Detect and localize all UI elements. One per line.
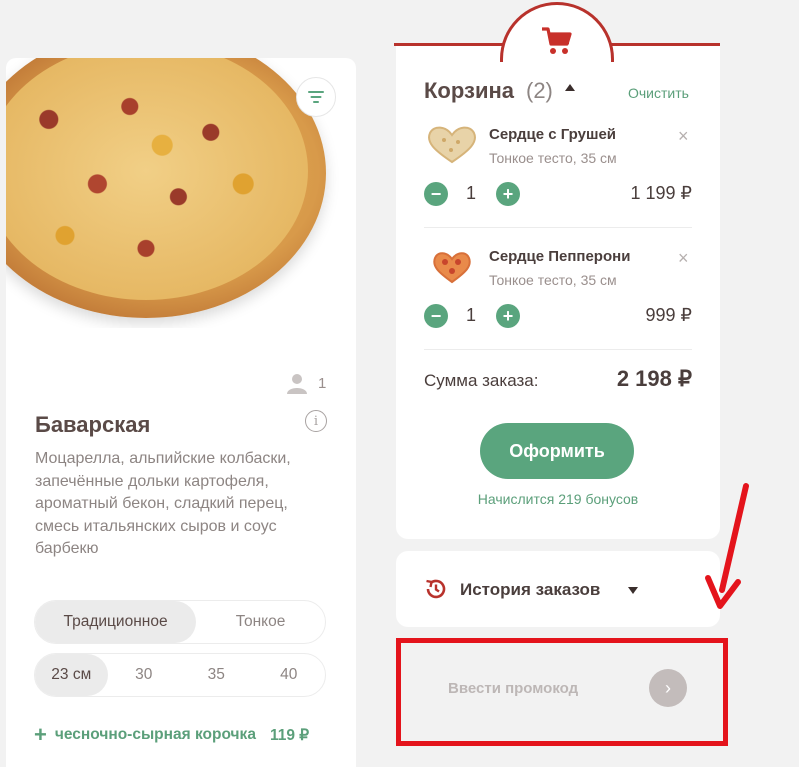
size-option-23[interactable]: 23 см: [35, 654, 108, 696]
quantity-stepper: − 1 + 999 ₽: [424, 304, 692, 330]
dough-option-traditional[interactable]: Традиционное: [35, 601, 197, 643]
dough-selector: Традиционное Тонкое: [34, 600, 326, 644]
bonus-text: Начислится 219 бонусов: [477, 491, 639, 507]
item-price: 999 ₽: [645, 305, 693, 325]
decrease-button[interactable]: −: [424, 182, 448, 206]
increase-button[interactable]: +: [496, 182, 520, 206]
cart-title: Корзина: [424, 78, 514, 103]
item-details: Тонкое тесто, 35 см: [489, 150, 617, 166]
order-history-toggle[interactable]: История заказов: [396, 551, 720, 627]
cart-icon[interactable]: [540, 26, 574, 56]
quantity-value: 1: [466, 183, 477, 203]
persons-count: 1: [286, 372, 326, 394]
size-selector: 23 см 30 35 40: [34, 653, 326, 697]
heart-pizza-pear-thumbnail: [428, 126, 476, 164]
chevron-down-icon: [628, 587, 638, 594]
close-icon[interactable]: ×: [678, 126, 689, 147]
item-name: Сердце Пепперони: [489, 248, 631, 265]
close-icon[interactable]: ×: [678, 248, 689, 269]
history-label: История заказов: [460, 580, 601, 599]
dough-option-thin[interactable]: Тонкое: [196, 601, 325, 643]
crust-label: чесночно-сырная корочка: [54, 726, 256, 743]
divider: [424, 349, 692, 350]
quantity-stepper: − 1 + 1 199 ₽: [424, 182, 692, 208]
info-icon[interactable]: i: [305, 410, 327, 432]
item-price: 1 199 ₽: [630, 183, 693, 203]
decrease-button[interactable]: −: [424, 304, 448, 328]
clear-cart-link[interactable]: Очистить: [628, 85, 689, 101]
persons-value: 1: [318, 374, 327, 392]
order-sum-value: 2 198 ₽: [616, 366, 692, 391]
arrow-annotation: [705, 483, 749, 609]
product-description: Моцарелла, альпийские колбаски, запечённ…: [35, 450, 291, 557]
filter-button[interactable]: [296, 77, 336, 117]
order-sum-label: Сумма заказа:: [424, 371, 539, 390]
size-option-40[interactable]: 40: [253, 654, 326, 696]
person-icon: [287, 374, 307, 394]
plus-icon: +: [34, 722, 47, 747]
divider: [424, 227, 692, 228]
size-option-30[interactable]: 30: [108, 654, 181, 696]
size-option-35[interactable]: 35: [180, 654, 253, 696]
heart-pizza-pepperoni-thumbnail: [433, 252, 471, 284]
history-icon: [426, 579, 446, 599]
increase-button[interactable]: +: [496, 304, 520, 328]
filter-icon: [308, 91, 324, 103]
crust-price: 119 ₽: [269, 726, 310, 744]
item-name: Сердце с Грушей: [489, 126, 617, 143]
cart-count: (2): [526, 78, 553, 103]
highlight-box: [396, 638, 728, 746]
collapse-caret-icon[interactable]: [565, 84, 575, 91]
item-details: Тонкое тесто, 35 см: [489, 272, 617, 288]
checkout-button[interactable]: Оформить: [480, 423, 634, 479]
crust-addon[interactable]: + чесночно-сырная корочка 119 ₽: [34, 724, 309, 746]
product-title: Баварская: [35, 412, 151, 437]
quantity-value: 1: [466, 305, 477, 325]
